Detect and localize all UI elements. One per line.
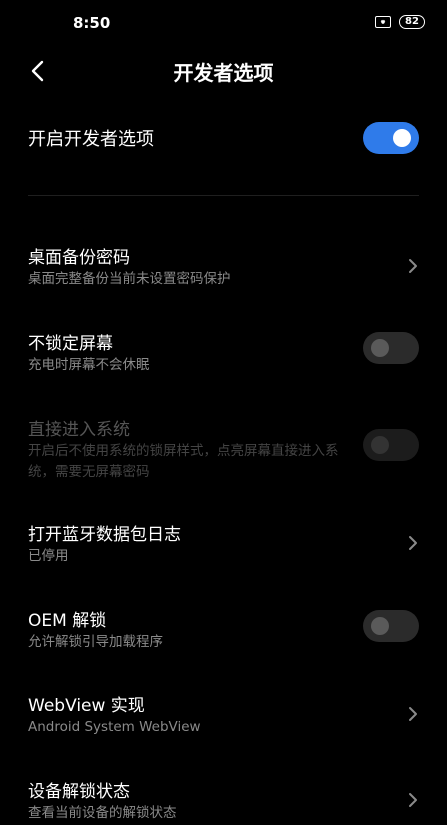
divider (28, 195, 419, 196)
settings-row-stay-awake[interactable]: 不锁定屏幕 充电时屏幕不会休眠 (28, 329, 419, 391)
row-subtitle: 查看当前设备的解锁状态 (28, 805, 177, 821)
toggle-knob (371, 339, 389, 357)
toggle-knob (393, 129, 411, 147)
master-label: 开启开发者选项 (28, 129, 154, 150)
chevron-right-icon (409, 536, 417, 550)
row-subtitle: Android System WebView (28, 719, 201, 735)
row-title: 打开蓝牙数据包日志 (28, 525, 181, 545)
page-title: 开发者选项 (173, 61, 274, 85)
row-title: 设备解锁状态 (28, 782, 130, 802)
status-bar: 8:50 82 (0, 0, 447, 48)
battery-icon: 82 (399, 15, 425, 29)
chevron-right-icon (409, 793, 417, 807)
settings-row-bluetooth-log[interactable]: 打开蓝牙数据包日志 已停用 (28, 520, 419, 582)
status-time: 8:50 (73, 14, 111, 32)
chevron-right-icon (409, 707, 417, 721)
settings-row-direct-enter: 直接进入系统 开启后不使用系统的锁屏样式，点亮屏幕直接进入系统，需要无屏幕密码 (28, 415, 419, 495)
settings-row-backup-password[interactable]: 桌面备份密码 桌面完整备份当前未设置密码保护 (28, 243, 419, 305)
stay-awake-toggle[interactable] (363, 332, 419, 364)
chevron-right-icon (409, 259, 417, 273)
row-title: OEM 解锁 (28, 611, 107, 631)
row-title: 不锁定屏幕 (28, 334, 113, 354)
settings-row-oem-unlock[interactable]: OEM 解锁 允许解锁引导加载程序 (28, 606, 419, 668)
settings-row-unlock-status[interactable]: 设备解锁状态 查看当前设备的解锁状态 (28, 777, 419, 825)
no-sim-icon (375, 16, 391, 28)
oem-unlock-toggle[interactable] (363, 610, 419, 642)
header: 开发者选项 (0, 48, 447, 94)
row-title: 桌面备份密码 (28, 248, 130, 268)
row-title: 直接进入系统 (28, 420, 130, 440)
developer-options-master-row[interactable]: 开启开发者选项 (28, 112, 419, 164)
row-subtitle: 已停用 (28, 548, 69, 564)
row-title: WebView 实现 (28, 696, 145, 716)
developer-options-toggle[interactable] (363, 122, 419, 154)
status-icons: 82 (375, 15, 425, 29)
row-subtitle: 开启后不使用系统的锁屏样式，点亮屏幕直接进入系统，需要无屏幕密码 (28, 443, 339, 480)
row-subtitle: 允许解锁引导加载程序 (28, 634, 163, 650)
toggle-knob (371, 436, 389, 454)
row-subtitle: 充电时屏幕不会休眠 (28, 357, 150, 373)
toggle-knob (371, 617, 389, 635)
direct-enter-toggle (363, 429, 419, 461)
row-subtitle: 桌面完整备份当前未设置密码保护 (28, 271, 231, 287)
settings-row-webview[interactable]: WebView 实现 Android System WebView (28, 691, 419, 753)
